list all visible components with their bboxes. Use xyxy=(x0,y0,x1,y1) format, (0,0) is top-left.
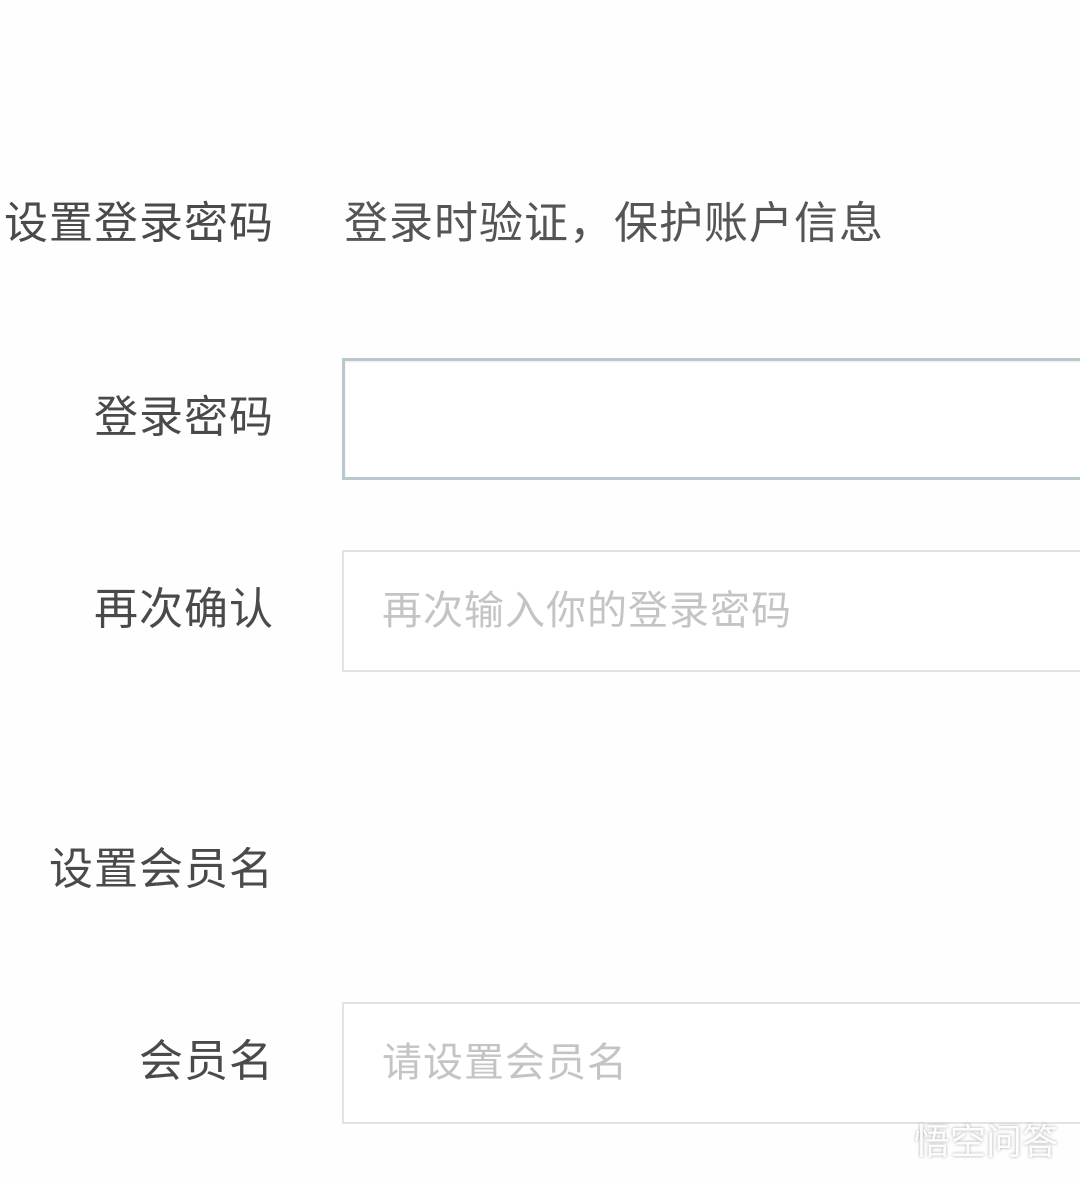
confirm-password-label: 再次确认 xyxy=(94,584,274,635)
watermark-text: 悟空问答 xyxy=(913,1122,1058,1163)
registration-form: 设置登录密码 登录时验证，保护账户信息 登录密码 再次确认 设置会员名 会员名 … xyxy=(0,0,1080,1182)
password-input[interactable] xyxy=(342,358,1080,480)
member-name-label: 会员名 xyxy=(139,1036,274,1087)
member-name-input[interactable] xyxy=(342,1002,1080,1124)
password-section-hint: 登录时验证，保护账户信息 xyxy=(344,198,884,249)
chat-bubbles-icon xyxy=(857,1128,906,1159)
watermark: 悟空问答 xyxy=(856,1118,1058,1168)
member-section-title: 设置会员名 xyxy=(49,844,274,895)
password-label: 登录密码 xyxy=(94,392,274,443)
confirm-password-input[interactable] xyxy=(342,550,1080,672)
password-section-title: 设置登录密码 xyxy=(4,198,274,249)
